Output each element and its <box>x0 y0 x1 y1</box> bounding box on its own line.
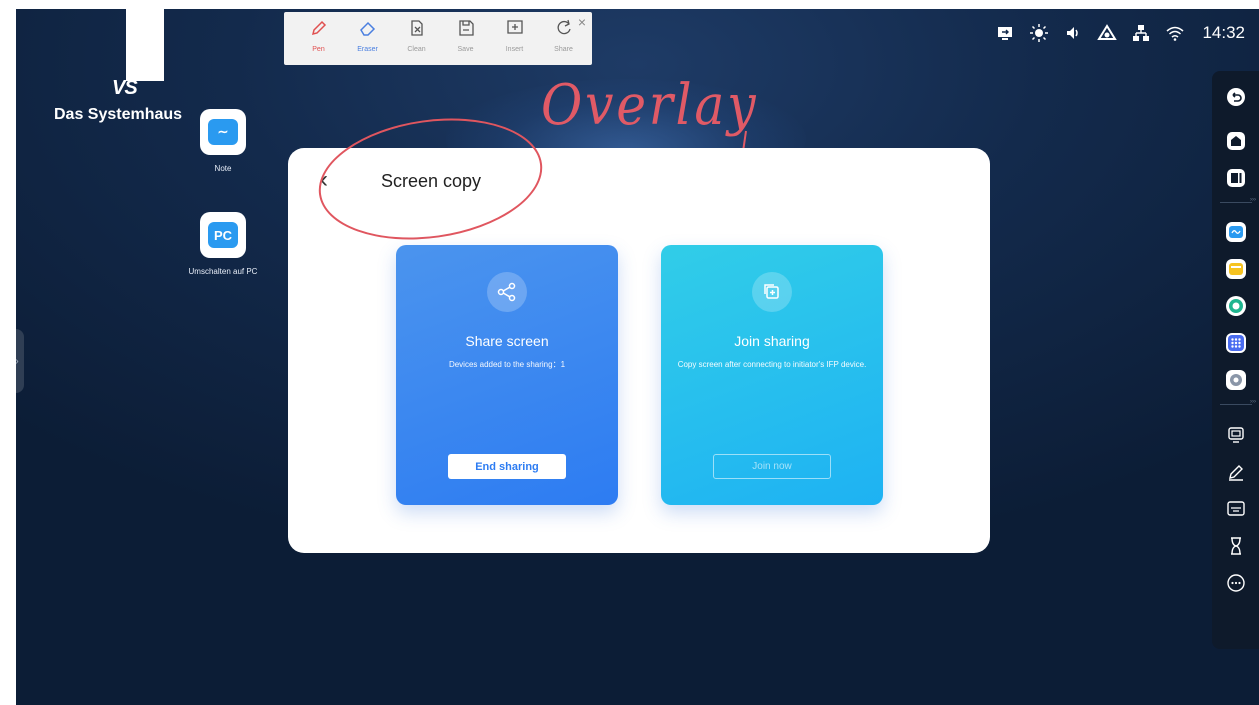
insert-tool-button[interactable]: Insert <box>490 18 539 65</box>
logo-bar <box>126 9 164 81</box>
pc-switch-icon[interactable]: PC <box>200 212 246 258</box>
insert-tool-label: Insert <box>505 46 524 53</box>
eraser-tool-button[interactable]: Eraser <box>343 18 392 65</box>
company-name: Das Systemhaus <box>54 106 183 123</box>
edge-expand-tab[interactable]: › <box>16 329 24 393</box>
right-sidebar: ››› ››› <box>1212 71 1259 649</box>
timer-icon[interactable] <box>1224 534 1248 558</box>
join-sharing-title: Join sharing <box>734 333 810 349</box>
logo-mark: VS <box>112 77 138 99</box>
save-tool-button[interactable]: Save <box>441 18 490 65</box>
screen-share-icon[interactable] <box>1224 423 1248 447</box>
sidebar-separator-2: ››› <box>1220 399 1256 405</box>
annotation-toolbar: Pen Eraser Clean Save Insert Share × <box>284 12 592 65</box>
network-icon[interactable] <box>1124 22 1158 44</box>
save-icon <box>458 20 474 36</box>
clock: 14:32 <box>1202 23 1245 42</box>
eraser-tool-label: Eraser <box>357 46 378 53</box>
share-tool-label: Share <box>554 46 573 53</box>
pen-icon <box>311 20 326 36</box>
clean-tool-label: Clean <box>407 46 426 53</box>
insert-icon <box>506 20 523 34</box>
recent-apps-icon[interactable] <box>1224 166 1248 190</box>
join-now-button[interactable]: Join now <box>713 454 831 479</box>
note-app-label: Note <box>214 164 232 173</box>
toolbar-close-button[interactable]: × <box>578 14 586 30</box>
status-bar: 14:32 <box>988 9 1259 57</box>
screen-mirror-icon[interactable] <box>988 22 1022 44</box>
annotate-icon[interactable] <box>1224 460 1248 484</box>
end-sharing-button[interactable]: End sharing <box>448 454 566 479</box>
pen-tool-button[interactable]: Pen <box>294 18 343 65</box>
back-icon[interactable] <box>1224 85 1248 109</box>
sidebar-separator: ››› <box>1220 197 1256 203</box>
share-screen-title: Share screen <box>465 333 549 349</box>
brightness-icon[interactable] <box>1022 22 1056 44</box>
handwritten-annotation: Overlay <box>541 73 759 138</box>
join-sharing-card[interactable]: Join sharing Copy screen after connectin… <box>661 245 883 505</box>
eraser-icon <box>359 21 375 36</box>
note-app-icon[interactable] <box>1224 220 1248 244</box>
share-screen-card[interactable]: Share screen Devices added to the sharin… <box>396 245 618 505</box>
desktop-screen: VS Das Systemhaus ∼ Note PC Umschalten a… <box>16 9 1259 705</box>
share-device-count: Devices added to the sharing：1 <box>448 360 566 369</box>
pen-tool-label: Pen <box>312 46 325 53</box>
whiteboard-icon[interactable] <box>1224 497 1248 521</box>
clean-tool-button[interactable]: Clean <box>392 18 441 65</box>
pc-switch-label: Umschalten auf PC <box>188 267 258 276</box>
join-sharing-description: Copy screen after connecting to initiato… <box>677 360 867 369</box>
hotspot-icon[interactable] <box>1090 22 1124 44</box>
note-app-icon[interactable]: ∼ <box>200 109 246 155</box>
save-tool-label: Save <box>457 46 474 53</box>
home-icon[interactable] <box>1224 129 1248 153</box>
wifi-icon[interactable] <box>1158 22 1192 44</box>
join-add-icon <box>752 272 792 312</box>
files-app-icon[interactable] <box>1224 257 1248 281</box>
more-icon[interactable] <box>1224 571 1248 595</box>
screen-copy-dialog: ‹ Screen copy Share screen Devices added… <box>288 104 990 553</box>
apps-grid-icon[interactable] <box>1224 331 1248 355</box>
browser-app-icon[interactable] <box>1224 294 1248 318</box>
settings-icon[interactable] <box>1224 368 1248 392</box>
clean-icon <box>410 20 423 36</box>
volume-icon[interactable] <box>1056 22 1090 44</box>
share-icon <box>557 19 571 35</box>
share-network-icon <box>487 272 527 312</box>
